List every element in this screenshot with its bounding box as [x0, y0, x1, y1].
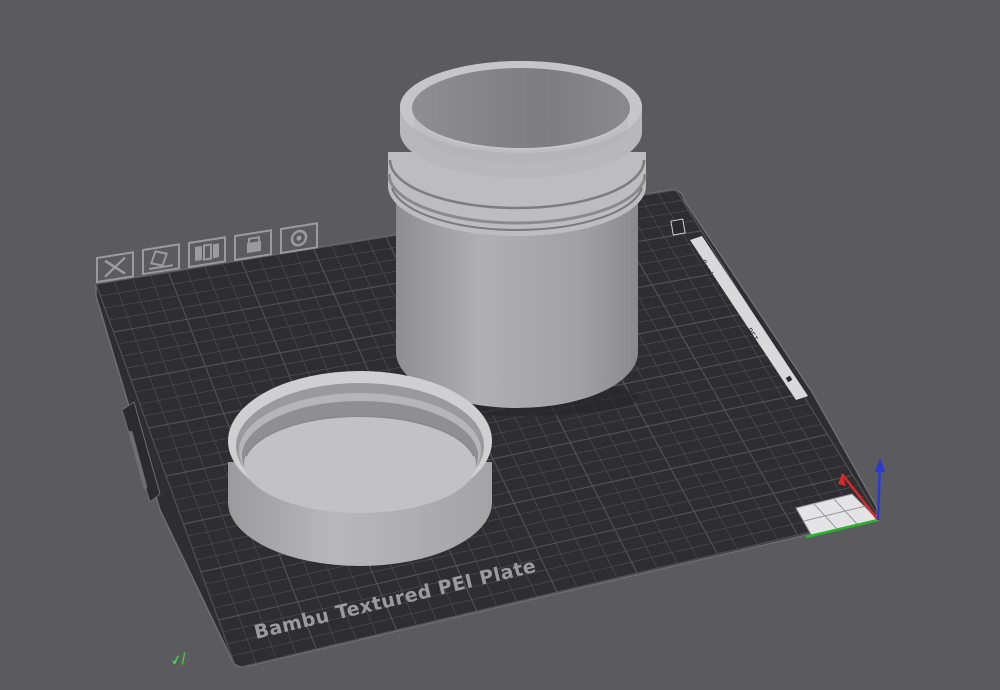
3d-viewport[interactable]: Bambu PEI ■ Bambu Textured PEI Plate ✔/	[0, 0, 1000, 690]
plate-corner-tab	[670, 218, 686, 236]
jar-opening	[412, 68, 630, 148]
auto-orient-icon[interactable]	[142, 243, 180, 276]
settings-icon[interactable]	[280, 222, 318, 255]
jar-body-object[interactable]	[387, 61, 647, 416]
close-icon[interactable]	[96, 251, 134, 284]
axis-z-arrow	[875, 458, 885, 472]
lock-icon[interactable]	[234, 229, 272, 262]
jar-lid-object[interactable]	[228, 371, 492, 566]
arrange-icon[interactable]	[188, 236, 226, 269]
plate-origin-mark: ✔/	[169, 651, 189, 670]
